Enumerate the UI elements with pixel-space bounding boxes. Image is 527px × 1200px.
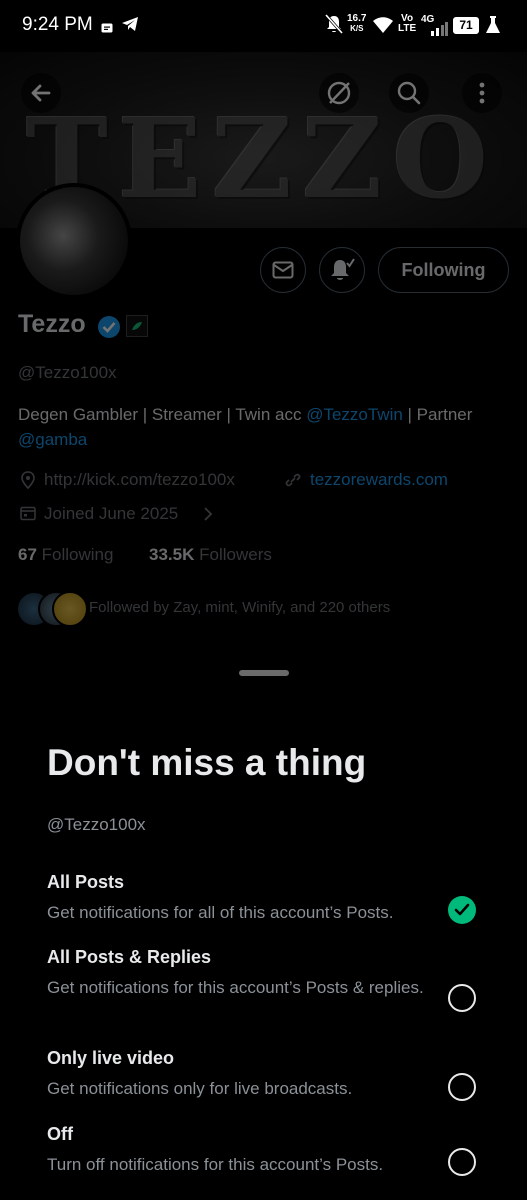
profile-handle: @Tezzo100x (18, 363, 117, 382)
flask-icon (485, 15, 501, 40)
bio-mention-gamba[interactable]: @gamba (18, 430, 87, 449)
following-stat[interactable]: 67 Following (18, 545, 113, 565)
option-all-posts-replies-title[interactable]: All Posts & Replies (47, 947, 211, 968)
grok-button[interactable] (319, 73, 359, 113)
option-all-posts-radio[interactable] (448, 896, 476, 924)
message-button[interactable] (260, 247, 306, 293)
option-off-radio[interactable] (448, 1148, 476, 1176)
option-live-video-radio[interactable] (448, 1073, 476, 1101)
location-pin-icon (20, 471, 36, 494)
followed-by-text[interactable]: Followed by Zay, mint, Winify, and 220 o… (89, 599, 390, 616)
more-options-button[interactable] (462, 73, 502, 113)
check-icon (454, 903, 470, 916)
bell-check-icon (331, 258, 355, 280)
option-all-posts-replies-desc[interactable]: Get notifications for this account’s Pos… (47, 975, 427, 1000)
chevron-right-icon[interactable] (202, 506, 214, 527)
avatar[interactable] (16, 183, 132, 299)
profile-link[interactable]: tezzorewards.com (310, 470, 448, 490)
display-name: Tezzo (18, 310, 86, 339)
net-speed: 16.7 K/S (347, 14, 366, 34)
wifi-icon (372, 16, 394, 39)
net-speed-value: 16.7 (347, 13, 367, 24)
sheet-drag-handle[interactable] (239, 670, 289, 676)
link-icon (284, 472, 302, 493)
sheet-handle: @Tezzo100x (47, 815, 146, 834)
net-speed-unit: K/S (350, 24, 364, 33)
signal-icon (430, 22, 448, 41)
bio-text-2: | Partner (402, 405, 473, 424)
envelope-icon (272, 261, 294, 279)
back-button[interactable] (21, 73, 61, 113)
status-time: 9:24 PM (22, 14, 93, 35)
verified-badge-icon (97, 315, 121, 344)
following-count: 67 (18, 545, 37, 564)
calendar-icon (20, 505, 36, 526)
option-live-video-desc[interactable]: Get notifications only for live broadcas… (47, 1076, 427, 1101)
volte-indicator: Vo LTE (398, 14, 416, 34)
sheet-title: Don't miss a thing (47, 742, 367, 783)
notification-sheet (0, 652, 527, 1200)
following-button[interactable]: Following (378, 247, 509, 293)
search-button[interactable] (389, 73, 429, 113)
status-bar: 9:24 PM 16.7 K/S Vo LTE 4G 71 (0, 0, 527, 52)
joined-date: Joined June 2025 (44, 504, 179, 523)
notification-bell-button[interactable] (319, 247, 365, 293)
follower-avatar-3 (52, 591, 88, 627)
option-all-posts-replies-radio[interactable] (448, 984, 476, 1012)
followers-count: 33.5K (149, 545, 195, 564)
following-label: Following (41, 545, 114, 564)
message-icon (101, 20, 113, 38)
option-all-posts-title[interactable]: All Posts (47, 872, 124, 893)
volte-bottom: LTE (398, 23, 417, 34)
telegram-icon (121, 16, 139, 37)
followers-stat[interactable]: 33.5K Followers (149, 545, 272, 565)
option-off-desc[interactable]: Turn off notifications for this account’… (47, 1152, 447, 1177)
display-name-text: Tezzo (18, 310, 86, 338)
option-live-video-title[interactable]: Only live video (47, 1048, 174, 1069)
bio-mention-tezzotwin[interactable]: @TezzoTwin (306, 405, 403, 424)
followers-label: Followers (199, 545, 272, 564)
bio-text-1: Degen Gambler | Streamer | Twin acc (18, 405, 307, 424)
battery-indicator: 71 (453, 17, 479, 34)
website-text: http://kick.com/tezzo100x (44, 470, 235, 489)
affiliate-badge-icon (126, 315, 148, 337)
option-all-posts-desc[interactable]: Get notifications for all of this accoun… (47, 900, 447, 925)
option-off-title[interactable]: Off (47, 1124, 73, 1145)
bio: Degen Gambler | Streamer | Twin acc @Tez… (18, 402, 498, 452)
mute-bell-icon (324, 14, 344, 39)
